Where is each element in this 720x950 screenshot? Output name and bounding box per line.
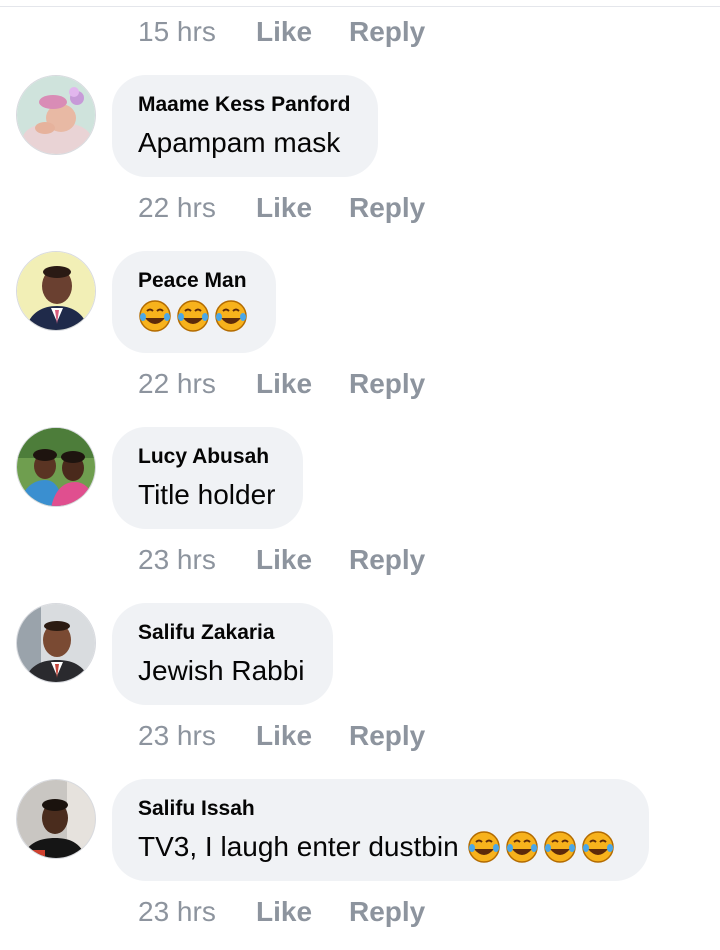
avatar[interactable] xyxy=(16,75,96,155)
comment-text xyxy=(138,299,248,333)
comment-author[interactable]: Peace Man xyxy=(138,267,248,295)
comment-meta-row: 23 hrs Like Reply xyxy=(138,716,425,756)
comment-time: 23 hrs xyxy=(138,896,216,927)
like-button[interactable]: Like xyxy=(256,544,349,576)
comment-author[interactable]: Lucy Abusah xyxy=(138,443,275,471)
comment-time: 23 hrs xyxy=(138,720,216,751)
avatar[interactable] xyxy=(16,427,96,507)
comment-bubble[interactable]: Peace Man xyxy=(112,251,276,353)
rofl-emoji-icon xyxy=(214,299,248,333)
reply-button[interactable]: Reply xyxy=(349,16,425,48)
reply-button[interactable]: Reply xyxy=(349,896,425,928)
top-divider xyxy=(0,6,720,7)
rofl-emoji-icon xyxy=(176,299,210,333)
comment-bubble[interactable]: Maame Kess Panford Apampam mask xyxy=(112,75,379,177)
comment-time: 22 hrs xyxy=(138,192,216,223)
like-button[interactable]: Like xyxy=(256,896,349,928)
emoji-group xyxy=(138,299,248,333)
comment-item: Peace Man xyxy=(0,251,720,353)
rofl-emoji-icon xyxy=(505,830,539,864)
reply-button[interactable]: Reply xyxy=(349,192,425,224)
rofl-emoji-icon xyxy=(581,830,615,864)
reply-button[interactable]: Reply xyxy=(349,720,425,752)
rofl-emoji-icon xyxy=(138,299,172,333)
man-portrait-icon xyxy=(17,252,95,330)
like-button[interactable]: Like xyxy=(256,16,349,48)
comment-time: 15 hrs xyxy=(138,16,216,47)
comment-author[interactable]: Salifu Issah xyxy=(138,795,621,823)
comment-bubble[interactable]: Lucy Abusah Title holder xyxy=(112,427,304,529)
comment-meta-row: 23 hrs Like Reply xyxy=(138,540,425,580)
comment-author[interactable]: Salifu Zakaria xyxy=(138,619,305,647)
comment-text-content: Title holder xyxy=(138,479,276,510)
baby-photo-icon xyxy=(17,76,95,154)
comment-time: 23 hrs xyxy=(138,544,216,575)
comment-author[interactable]: Maame Kess Panford xyxy=(138,91,350,119)
like-button[interactable]: Like xyxy=(256,720,349,752)
young-man-photo-icon xyxy=(17,780,95,858)
comment-bubble[interactable]: Salifu Zakaria Jewish Rabbi xyxy=(112,603,333,705)
comment-item: Lucy Abusah Title holder xyxy=(0,427,720,529)
comment-text-content: Jewish Rabbi xyxy=(138,655,305,686)
like-button[interactable]: Like xyxy=(256,192,349,224)
comment-meta-row: 22 hrs Like Reply xyxy=(138,364,425,404)
like-button[interactable]: Like xyxy=(256,368,349,400)
comment-item: Maame Kess Panford Apampam mask xyxy=(0,75,720,177)
reply-button[interactable]: Reply xyxy=(349,544,425,576)
two-women-photo-icon xyxy=(17,428,95,506)
comment-text: Apampam mask xyxy=(138,123,350,163)
comment-meta-row: 15 hrs Like Reply xyxy=(138,12,425,52)
comment-item: Salifu Issah TV3, I laugh enter dustbin xyxy=(0,779,720,881)
comment-meta-row: 23 hrs Like Reply xyxy=(138,892,425,932)
comment-item: Salifu Zakaria Jewish Rabbi xyxy=(0,603,720,705)
comment-text-content: Apampam mask xyxy=(138,127,341,158)
comment-text-content: TV3, I laugh enter dustbin xyxy=(138,831,459,862)
comment-time: 22 hrs xyxy=(138,368,216,399)
reply-button[interactable]: Reply xyxy=(349,368,425,400)
comment-text: TV3, I laugh enter dustbin xyxy=(138,827,621,867)
rofl-emoji-icon xyxy=(467,830,501,864)
avatar[interactable] xyxy=(16,603,96,683)
comment-text: Title holder xyxy=(138,475,275,515)
avatar[interactable] xyxy=(16,251,96,331)
man-suit-photo-icon xyxy=(17,604,95,682)
avatar[interactable] xyxy=(16,779,96,859)
comment-text: Jewish Rabbi xyxy=(138,651,305,691)
rofl-emoji-icon xyxy=(543,830,577,864)
comment-meta-row: 22 hrs Like Reply xyxy=(138,188,425,228)
comment-bubble[interactable]: Salifu Issah TV3, I laugh enter dustbin xyxy=(112,779,649,881)
emoji-group xyxy=(467,830,615,864)
